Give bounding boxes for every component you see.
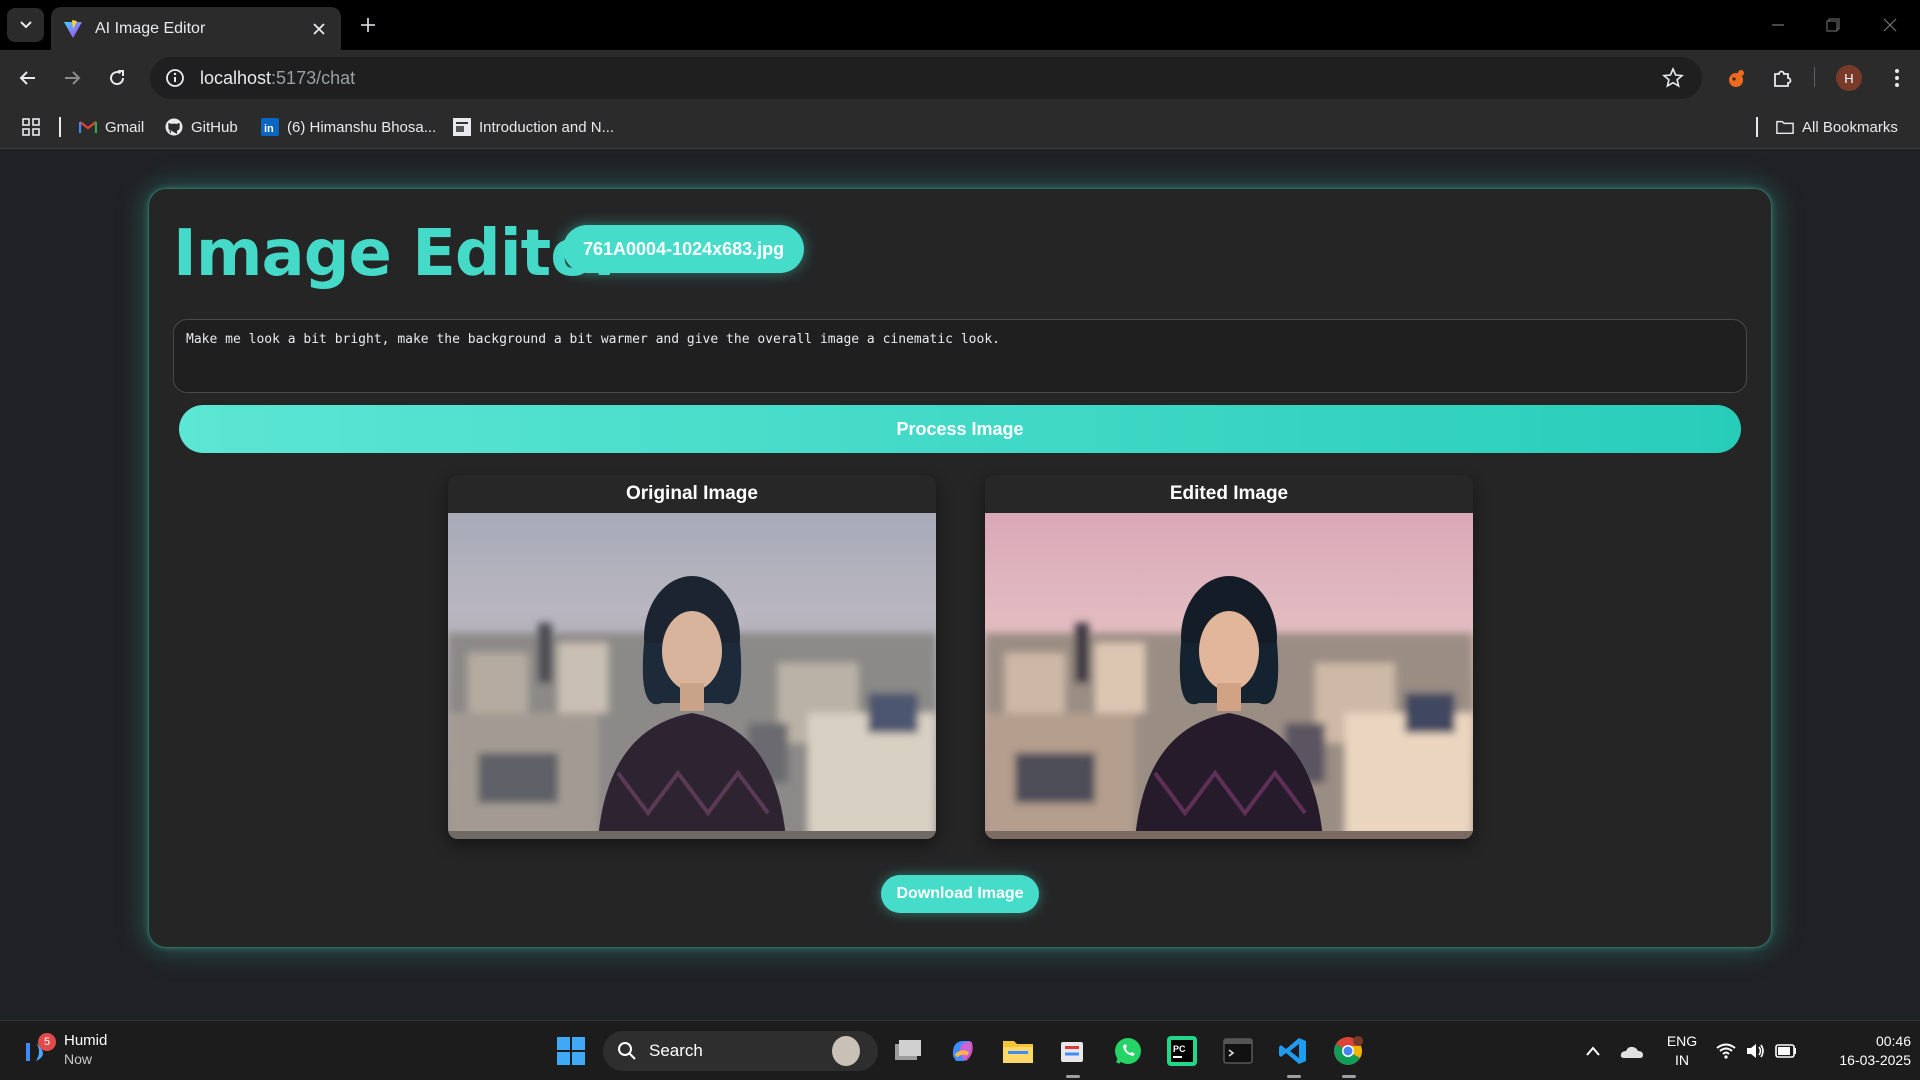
tab-active[interactable]: AI Image Editor <box>51 7 341 50</box>
site-info-icon[interactable] <box>164 67 186 89</box>
bookmark-label: (6) Himanshu Bhosa... <box>287 118 437 136</box>
tab-title: AI Image Editor <box>95 19 206 37</box>
bookmarks-divider <box>59 117 61 137</box>
running-indicator <box>1066 1075 1080 1078</box>
weather-icon: 5 <box>24 1033 56 1065</box>
task-view-icon[interactable] <box>890 1033 926 1069</box>
page-content: Image Editor 761A0004-1024x683.jpg Make … <box>0 150 1920 1020</box>
back-icon[interactable] <box>13 63 43 93</box>
weather-badge: 5 <box>38 1033 56 1051</box>
edited-image-panel: Edited Image <box>985 475 1473 839</box>
chevron-up-icon[interactable] <box>1575 1033 1611 1069</box>
editor-card: Image Editor 761A0004-1024x683.jpg Make … <box>148 188 1772 948</box>
profile-avatar[interactable]: H <box>1836 65 1862 91</box>
bookmark-label: GitHub <box>191 118 238 136</box>
filename-badge: 761A0004-1024x683.jpg <box>563 225 805 273</box>
chevron-down-icon <box>19 21 32 29</box>
url-host: localhost <box>200 67 272 88</box>
all-bookmarks[interactable]: All Bookmarks <box>1776 115 1898 139</box>
chrome-icon[interactable] <box>1330 1033 1366 1069</box>
github-icon <box>165 118 183 136</box>
bookmarks-bar: Gmail GitHub in (6) Himanshu Bhosa... In… <box>0 105 1920 149</box>
folder-icon <box>1776 118 1794 136</box>
language-top: ENG <box>1666 1033 1698 1049</box>
more-menu-icon[interactable] <box>1882 63 1912 93</box>
forward-icon[interactable] <box>57 63 87 93</box>
original-image-label: Original Image <box>626 483 758 504</box>
address-bar[interactable]: localhost:5173/chat <box>150 57 1702 99</box>
clock[interactable]: 00:46 16-03-2025 <box>1815 1032 1911 1070</box>
close-tab-icon[interactable] <box>309 19 329 39</box>
bookmark-label: Gmail <box>105 118 145 136</box>
linkedin-icon: in <box>261 118 279 136</box>
bookmark-gmail[interactable]: Gmail <box>79 115 144 139</box>
process-image-button[interactable]: Process Image <box>179 405 1741 453</box>
minimize-icon[interactable] <box>1765 12 1791 38</box>
new-tab-icon[interactable] <box>355 12 381 38</box>
weather-title: Humid <box>64 1032 108 1049</box>
vite-icon <box>64 19 82 38</box>
vscode-icon[interactable] <box>1275 1033 1311 1069</box>
bookmark-introduction[interactable]: Introduction and N... <box>453 115 614 139</box>
language-bottom: IN <box>1675 1052 1689 1068</box>
gmail-icon <box>79 118 97 136</box>
weather-subtitle: Now <box>64 1051 93 1067</box>
apps-grid-icon[interactable] <box>21 115 41 139</box>
all-bookmarks-label: All Bookmarks <box>1802 118 1898 136</box>
onedrive-icon[interactable] <box>1614 1033 1650 1069</box>
language-indicator[interactable]: ENG IN <box>1662 1032 1702 1070</box>
tab-strip: AI Image Editor <box>0 0 1920 50</box>
prompt-textarea[interactable]: Make me look a bit bright, make the back… <box>173 319 1747 393</box>
copilot-icon[interactable] <box>945 1033 981 1069</box>
restore-icon[interactable] <box>1820 12 1846 38</box>
clock-time: 00:46 <box>1875 1033 1911 1049</box>
terminal-icon[interactable] <box>1220 1033 1256 1069</box>
svg-text:PC: PC <box>1173 1044 1186 1054</box>
search-label: Search <box>649 1041 703 1060</box>
bookmark-github[interactable]: GitHub <box>165 115 238 139</box>
svg-text:in: in <box>264 123 274 135</box>
battery-icon[interactable] <box>1768 1033 1804 1069</box>
bookmarks-divider <box>1756 117 1758 137</box>
tab-search-button[interactable] <box>7 8 44 42</box>
search-icon <box>618 1042 636 1060</box>
weather-widget[interactable]: 5 Humid Now <box>24 1031 107 1069</box>
bookmark-label: Introduction and N... <box>479 118 615 136</box>
original-image-panel: Original Image <box>448 475 936 839</box>
windows-start-icon[interactable] <box>553 1033 589 1069</box>
snipping-tool-icon[interactable] <box>1054 1033 1090 1069</box>
browser-toolbar: localhost:5173/chat <box>0 50 1920 105</box>
url-path: :5173/chat <box>271 67 356 88</box>
taskbar-search[interactable]: Search <box>603 1031 878 1071</box>
extension-icon[interactable] <box>1721 63 1751 93</box>
edited-image <box>985 513 1473 839</box>
toolbar-divider <box>1814 67 1815 87</box>
puzzle-icon[interactable] <box>1767 63 1797 93</box>
reload-icon[interactable] <box>102 63 132 93</box>
clock-date: 16-03-2025 <box>1839 1052 1911 1068</box>
whatsapp-icon[interactable] <box>1110 1033 1146 1069</box>
pycharm-icon[interactable]: PC <box>1164 1033 1200 1069</box>
download-image-button[interactable]: Download Image <box>881 875 1039 913</box>
close-window-icon[interactable] <box>1877 12 1903 38</box>
original-image <box>448 513 936 839</box>
edited-image-label: Edited Image <box>1169 483 1289 504</box>
bookmark-linkedin[interactable]: in (6) Himanshu Bhosa... <box>261 115 436 139</box>
doc-icon <box>453 118 471 136</box>
file-explorer-icon[interactable] <box>1000 1033 1036 1069</box>
search-highlight-icon <box>832 1036 860 1066</box>
bookmark-star-icon[interactable] <box>1662 67 1684 89</box>
page-title: Image Editor <box>173 217 625 291</box>
taskbar: 5 Humid Now Search PC ENG IN 00:46 16-03… <box>0 1020 1920 1080</box>
running-indicator <box>1342 1075 1356 1078</box>
running-indicator <box>1287 1075 1301 1078</box>
